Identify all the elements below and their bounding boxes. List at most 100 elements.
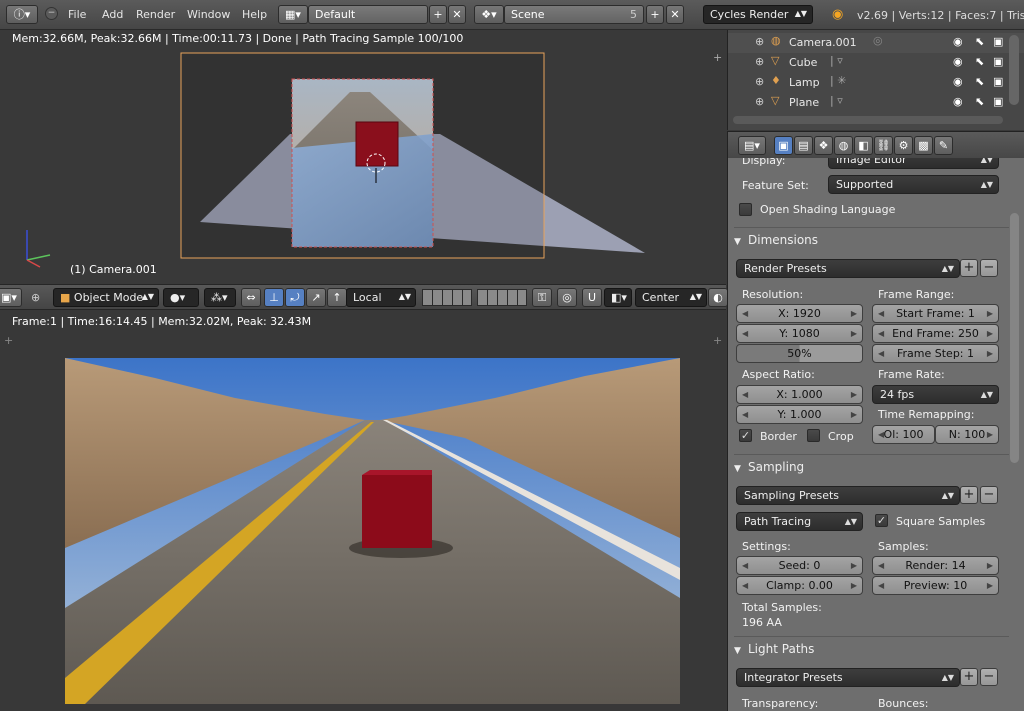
add-layout-button[interactable]: + [429,5,447,24]
aspect-y-field[interactable]: ◀ Y: 1.000 ▶ [736,405,863,424]
visibility-eye-icon[interactable]: ◉ [953,95,963,108]
lock-layers-button[interactable]: ⚿ [532,288,552,307]
tab-physics-icon[interactable]: ✎ [934,136,953,155]
light-paths-panel-header[interactable]: ▼ Light Paths [734,636,1009,661]
render-presets-select[interactable]: Render Presets ▲▼ [736,259,960,278]
add-scene-button[interactable]: + [646,5,664,24]
info-editor-type-button[interactable]: ⓘ▾ [6,5,38,24]
cube-object[interactable] [355,121,399,167]
add-preset-button[interactable]: + [960,259,978,277]
outliner-row-lamp[interactable]: ⊕ ♦ Lamp | ✳ ◉ ⬉ ▣ [728,73,1024,93]
add-integrator-preset-button[interactable]: + [960,668,978,686]
remap-new-field[interactable]: N: 100 ▶ [935,425,999,444]
border-checkbox[interactable]: ✓ [739,429,752,442]
remove-scene-button[interactable]: ✕ [666,5,684,24]
expand-icon[interactable]: ⊕ [755,35,764,48]
sampling-method-select[interactable]: Path Tracing ▲▼ [736,512,863,531]
outliner-row-cube[interactable]: ⊕ ▽ Cube | ▿ ◉ ⬉ ▣ [728,53,1024,73]
rotate-manipulator-button[interactable]: ⤾ [285,288,305,307]
resolution-x-field[interactable]: ◀ X: 1920 ▶ [736,304,863,323]
resolution-percentage-slider[interactable]: 50% [736,344,863,363]
expand-icon[interactable]: ⊕ [755,55,764,68]
menu-file[interactable]: File [68,8,86,21]
scene-field[interactable]: Scene 5 [504,5,644,24]
snap-toggle-button[interactable]: U [582,288,602,307]
tab-layers-icon[interactable]: ▤ [794,136,813,155]
select-cursor-icon[interactable]: ⬉ [975,35,984,48]
outliner-item-name[interactable]: Lamp [789,76,820,89]
visibility-eye-icon[interactable]: ◉ [953,55,963,68]
select-cursor-icon[interactable]: ⬉ [975,55,984,68]
remove-integrator-preset-button[interactable]: − [980,668,998,686]
translate-manipulator-button[interactable]: ⊥ [264,288,284,307]
3d-viewport[interactable]: Mem:32.66M, Peak:32.66M | Time:00:11.73 … [0,30,726,284]
expand-icon[interactable]: ⊕ [755,95,764,108]
layers-grid-b[interactable] [477,289,527,306]
mode-select[interactable]: ■ Object Mode ▲▼ [53,288,159,307]
start-frame-field[interactable]: ◀ Start Frame: 1 ▶ [872,304,999,323]
remove-layout-button[interactable]: ✕ [448,5,466,24]
collapse-menu-icon[interactable]: − [45,7,58,20]
outliner-row-camera[interactable]: ⊕ ◍ Camera.001 ◎ ◉ ⬉ ▣ [728,33,1024,53]
screen-layout-field[interactable]: Default [308,5,428,24]
image-editor[interactable]: Frame:1 | Time:16:14.45 | Mem:32.02M, Pe… [0,310,726,711]
render-samples-field[interactable]: ◀ Render: 14 ▶ [872,556,999,575]
square-samples-checkbox[interactable]: ✓ [875,514,888,527]
end-frame-field[interactable]: ◀ End Frame: 250 ▶ [872,324,999,343]
integrator-presets-select[interactable]: Integrator Presets ▲▼ [736,668,960,687]
visibility-eye-icon[interactable]: ◉ [953,75,963,88]
tab-scene-icon[interactable]: ❖ [814,136,833,155]
expand-icon[interactable]: ⊕ [755,75,764,88]
properties-panel[interactable]: Display: Image Editor ▲▼ Feature Set: Su… [727,158,1024,711]
outliner-item-name[interactable]: Plane [789,96,819,109]
menu-add[interactable]: Add [102,8,123,21]
dimensions-panel-header[interactable]: ▼ Dimensions [734,227,1009,252]
tab-texture-icon[interactable]: ▩ [914,136,933,155]
remap-old-field[interactable]: ◀ Ol: 100 [872,425,935,444]
sampling-panel-header[interactable]: ▼ Sampling [734,454,1009,479]
menu-render[interactable]: Render [136,8,175,21]
viewport-shading-select[interactable]: ●▾ [163,288,199,307]
proportional-edit-button[interactable]: ◎ [557,288,577,307]
tab-modifiers-icon[interactable]: ⚙ [894,136,913,155]
outliner-row-plane[interactable]: ⊕ ▽ Plane | ▿ ◉ ⬉ ▣ [728,93,1024,113]
clamp-field[interactable]: ◀ Clamp: 0.00 ▶ [736,576,863,595]
outliner-item-name[interactable]: Cube [789,56,817,69]
snap-element-select[interactable]: ◧▾ [604,288,632,307]
frame-step-field[interactable]: ◀ Frame Step: 1 ▶ [872,344,999,363]
tab-constraints-icon[interactable]: ⛓ [874,136,893,155]
tab-world-icon[interactable]: ◍ [834,136,853,155]
editor-type-button[interactable]: ▣▾ [0,288,22,307]
layers-grid-a[interactable] [422,289,472,306]
properties-v-scrollbar[interactable] [1010,213,1019,463]
pivot-point-select[interactable]: ⁂▾ [204,288,236,307]
add-sampling-preset-button[interactable]: + [960,486,978,504]
transform-orientation-select[interactable]: Local ▲▼ [346,288,416,307]
expand-menu-icon[interactable]: ⊕ [31,291,40,304]
editor-type-button[interactable]: ▤▾ [738,136,766,155]
editor-corner-plus-icon-right[interactable]: + [713,334,722,347]
frame-rate-select[interactable]: 24 fps ▲▼ [872,385,999,404]
transform-orientation-icon-button[interactable]: ↑ [327,288,347,307]
outliner-h-scrollbar[interactable] [733,116,1003,124]
tab-object-icon[interactable]: ◧ [854,136,873,155]
select-cursor-icon[interactable]: ⬉ [975,95,984,108]
tab-render-camera-icon[interactable]: ▣ [774,136,793,155]
render-camera-icon[interactable]: ▣ [993,75,1003,88]
scale-manipulator-button[interactable]: ↗ [306,288,326,307]
visibility-eye-icon[interactable]: ◉ [953,35,963,48]
render-camera-icon[interactable]: ▣ [993,55,1003,68]
display-select[interactable]: Image Editor ▲▼ [828,158,999,169]
aspect-x-field[interactable]: ◀ X: 1.000 ▶ [736,385,863,404]
select-cursor-icon[interactable]: ⬉ [975,75,984,88]
menu-help[interactable]: Help [242,8,267,21]
snap-target-select[interactable]: Center ▲▼ [635,288,707,307]
sampling-presets-select[interactable]: Sampling Presets ▲▼ [736,486,960,505]
resolution-y-field[interactable]: ◀ Y: 1080 ▶ [736,324,863,343]
remove-preset-button[interactable]: − [980,259,998,277]
menu-window[interactable]: Window [187,8,230,21]
render-camera-icon[interactable]: ▣ [993,95,1003,108]
preview-samples-field[interactable]: ◀ Preview: 10 ▶ [872,576,999,595]
osl-checkbox[interactable] [739,203,752,216]
outliner-v-scrollbar[interactable] [1009,35,1019,105]
